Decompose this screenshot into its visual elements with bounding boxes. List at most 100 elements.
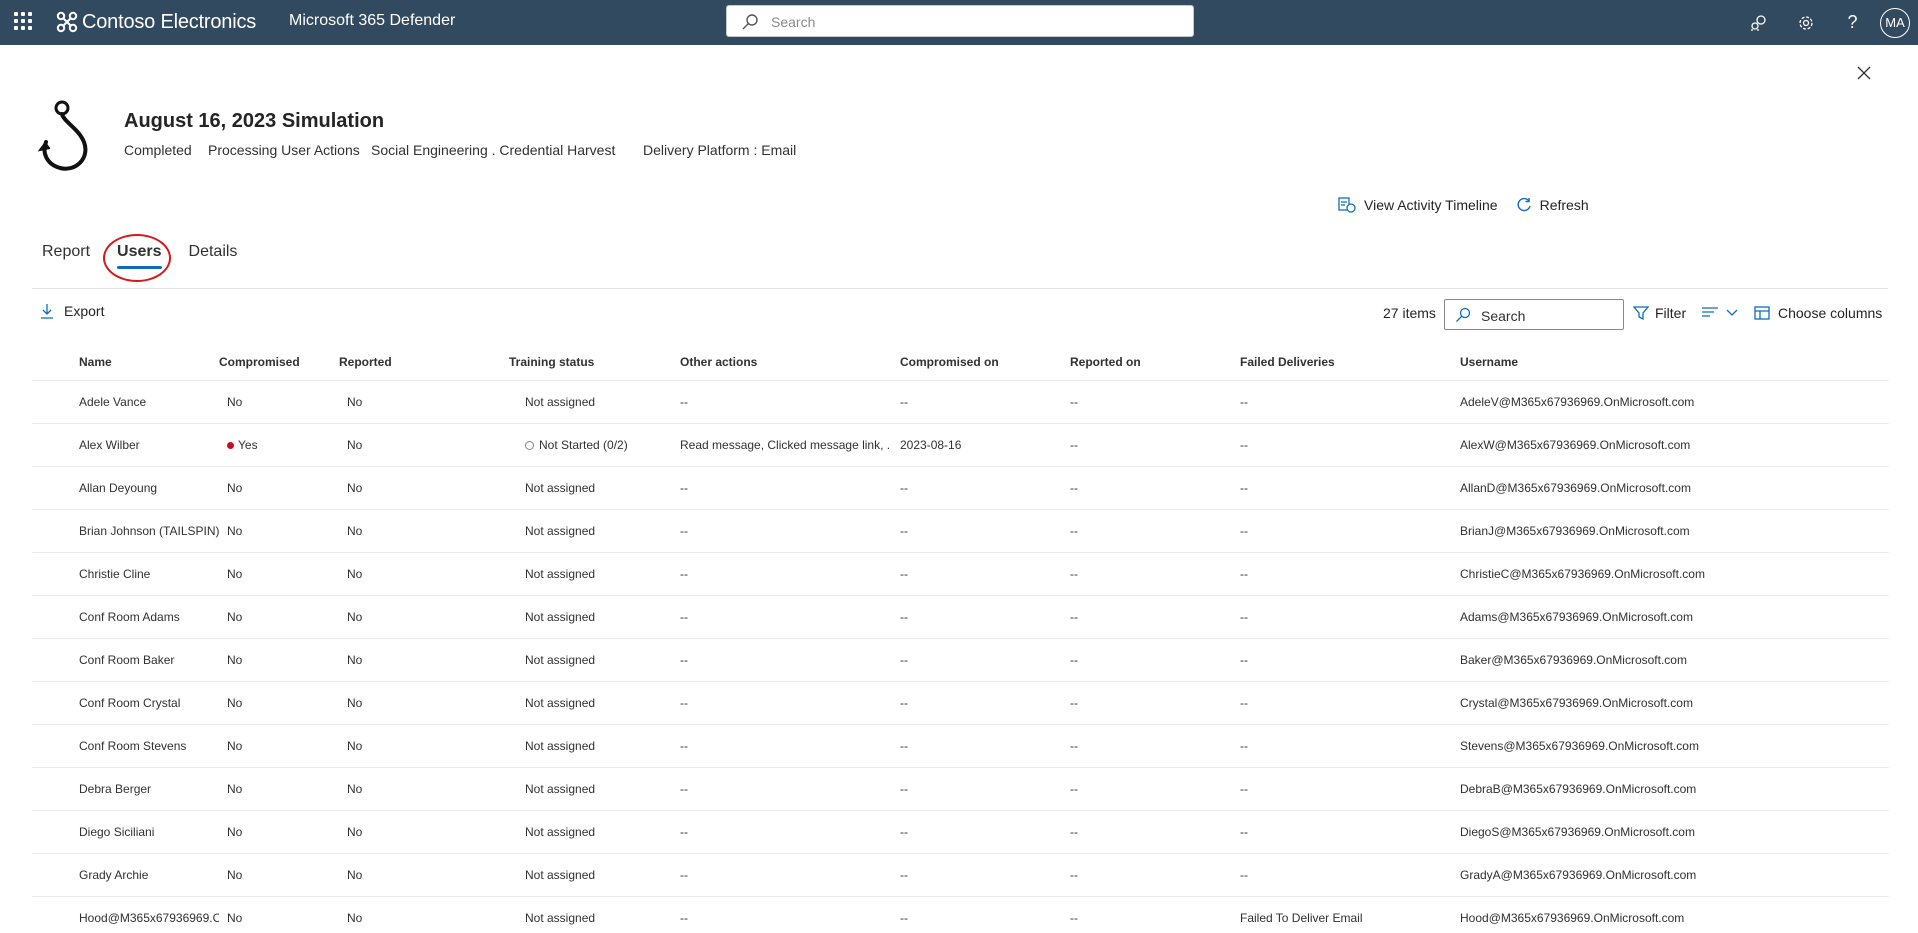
cell-name[interactable]: Conf Room Crystal xyxy=(79,682,219,724)
table-search-input[interactable]: Search xyxy=(1444,299,1624,330)
cell-training-status: Not assigned xyxy=(509,854,679,896)
export-button[interactable]: Export xyxy=(40,303,104,319)
close-icon xyxy=(1857,66,1871,80)
table-row[interactable]: Conf Room Crystal No No Not assigned -- -- -- -… xyxy=(32,682,1889,725)
cell-failed-deliveries: -- xyxy=(1240,696,1248,710)
cell-compromised: No xyxy=(219,639,339,681)
table-row[interactable]: Hood@M365x67936969.O No No Not assigned -- --… xyxy=(32,897,1889,933)
table-row[interactable]: Debra Berger No No Not assigned -- -- -- -- Debr… xyxy=(32,768,1889,811)
cell-reported-on: -- xyxy=(1070,610,1078,624)
cell-username: DiegoS@M365x67936969.OnMicrosoft.com xyxy=(1460,825,1695,839)
column-header-other-actions[interactable]: Other actions xyxy=(680,343,890,380)
cell-failed-deliveries: -- xyxy=(1240,481,1248,495)
column-header-training-status[interactable]: Training status xyxy=(509,343,679,380)
table-row[interactable]: Adele Vance No No Not assigned -- -- -- -- Adele… xyxy=(32,381,1889,424)
cell-other-actions: -- xyxy=(680,825,688,839)
cell-name[interactable]: Alex Wilber xyxy=(79,424,219,466)
table-row[interactable]: Grady Archie No No Not assigned -- -- -- -- Grad… xyxy=(32,854,1889,897)
cell-training-status: Not assigned xyxy=(509,553,679,595)
column-header-compromised[interactable]: Compromised xyxy=(219,343,339,380)
column-header-name[interactable]: Name xyxy=(79,343,219,380)
cell-reported: No xyxy=(347,868,363,882)
table-row[interactable]: Christie Cline No No Not assigned -- -- -- -- Ch… xyxy=(32,553,1889,596)
training-status-value: Not assigned xyxy=(525,524,596,538)
cell-training-status: Not assigned xyxy=(509,682,679,724)
tab-report[interactable]: Report xyxy=(42,243,90,273)
columns-icon xyxy=(1754,306,1770,320)
view-activity-timeline-button[interactable]: View Activity Timeline xyxy=(1338,197,1498,213)
brand-name: Contoso Electronics xyxy=(82,10,257,33)
training-status-value: Not assigned xyxy=(525,610,596,624)
cell-failed-deliveries: -- xyxy=(1240,524,1248,538)
training-status-value: Not assigned xyxy=(525,395,596,409)
cell-reported: No xyxy=(347,782,363,796)
compromised-value: No xyxy=(227,782,243,796)
cell-name[interactable]: Christie Cline xyxy=(79,553,219,595)
compromised-value: No xyxy=(227,696,243,710)
cell-name[interactable]: Conf Room Baker xyxy=(79,639,219,681)
cell-name[interactable]: Brian Johnson (TAILSPIN) xyxy=(79,510,219,552)
table-row[interactable]: Brian Johnson (TAILSPIN) No No Not assigned… xyxy=(32,510,1889,553)
cell-compromised: Yes xyxy=(219,424,339,466)
training-status-value: Not assigned xyxy=(525,696,596,710)
brand[interactable]: Contoso Electronics xyxy=(56,9,256,35)
phishing-hook-icon xyxy=(37,100,88,171)
filter-label: Filter xyxy=(1655,305,1687,321)
cell-name[interactable]: Adele Vance xyxy=(79,381,219,423)
refresh-button[interactable]: Refresh xyxy=(1516,197,1589,213)
cell-name[interactable]: Allan Deyoung xyxy=(79,467,219,509)
cell-other-actions: -- xyxy=(680,782,688,796)
filter-button[interactable]: Filter xyxy=(1633,305,1686,321)
cell-compromised-on: -- xyxy=(900,825,908,839)
product-name[interactable]: Microsoft 365 Defender xyxy=(289,12,455,30)
global-search-input[interactable]: Search xyxy=(726,5,1194,37)
column-header-reported-on[interactable]: Reported on xyxy=(1070,343,1230,380)
cell-compromised-on: -- xyxy=(900,653,908,667)
compromised-value: No xyxy=(227,395,243,409)
cell-name[interactable]: Conf Room Adams xyxy=(79,596,219,638)
group-by-button[interactable] xyxy=(1701,305,1739,319)
table-row[interactable]: Diego Siciliani No No Not assigned -- -- -- -- D… xyxy=(32,811,1889,854)
cell-reported-on: -- xyxy=(1070,696,1078,710)
cell-reported-on: -- xyxy=(1070,739,1078,753)
close-button[interactable] xyxy=(1852,61,1876,85)
cell-failed-deliveries: -- xyxy=(1240,395,1248,409)
cell-username: GradyA@M365x67936969.OnMicrosoft.com xyxy=(1460,868,1697,882)
column-header-failed-deliveries[interactable]: Failed Deliveries xyxy=(1240,343,1440,380)
cell-compromised-on: -- xyxy=(900,868,908,882)
table-row[interactable]: Alex Wilber Yes No Not Started (0/2) Read me… xyxy=(32,424,1889,467)
gear-icon[interactable] xyxy=(1782,0,1829,45)
column-header-compromised-on[interactable]: Compromised on xyxy=(900,343,1060,380)
compromised-value: Yes xyxy=(238,438,258,452)
column-header-reported[interactable]: Reported xyxy=(339,343,489,380)
table-row[interactable]: Conf Room Adams No No Not assigned -- -- -- -- A… xyxy=(32,596,1889,639)
cell-name[interactable]: Grady Archie xyxy=(79,854,219,896)
cell-compromised: No xyxy=(219,381,339,423)
filter-icon xyxy=(1633,306,1649,321)
app-launcher-icon[interactable] xyxy=(14,12,32,30)
training-status-value: Not assigned xyxy=(525,653,596,667)
training-status-circle-icon xyxy=(525,440,534,450)
cell-name[interactable]: Debra Berger xyxy=(79,768,219,810)
tab-details[interactable]: Details xyxy=(189,243,238,273)
table-row[interactable]: Allan Deyoung No No Not assigned -- -- -- -- All… xyxy=(32,467,1889,510)
cell-reported: No xyxy=(347,481,363,495)
cell-name[interactable]: Diego Siciliani xyxy=(79,811,219,853)
training-status-value: Not assigned xyxy=(525,782,596,796)
community-icon[interactable] xyxy=(1735,0,1782,45)
choose-columns-button[interactable]: Choose columns xyxy=(1754,305,1882,321)
compromised-value: No xyxy=(227,739,243,753)
table-row[interactable]: Conf Room Stevens No No Not assigned -- -- -- -… xyxy=(32,725,1889,768)
cell-name[interactable]: Hood@M365x67936969.O xyxy=(79,897,219,933)
compromised-value: No xyxy=(227,610,243,624)
compromised-value: No xyxy=(227,911,243,925)
avatar[interactable]: MA xyxy=(1880,7,1910,38)
export-label: Export xyxy=(64,303,105,319)
help-icon[interactable]: ? xyxy=(1829,0,1876,45)
table-row[interactable]: Conf Room Baker No No Not assigned -- -- -- -- B… xyxy=(32,639,1889,682)
cell-name[interactable]: Conf Room Stevens xyxy=(79,725,219,767)
column-header-username[interactable]: Username xyxy=(1460,343,1880,380)
cell-training-status: Not assigned xyxy=(509,725,679,767)
tab-details-label: Details xyxy=(188,243,238,260)
cell-other-actions: -- xyxy=(680,395,688,409)
